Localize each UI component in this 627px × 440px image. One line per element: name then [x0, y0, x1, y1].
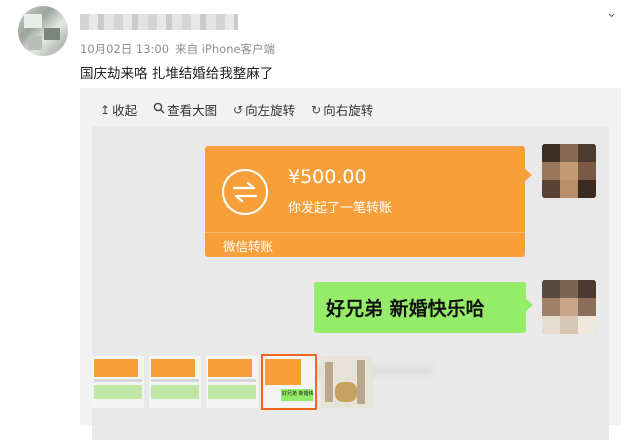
transfer-icon — [222, 169, 268, 215]
post-meta: 10月02日 13:00 来自 iPhone客户端 — [80, 41, 281, 57]
collapse-icon: ↥ — [100, 102, 111, 117]
rotate-right-label: 向右旋转 — [323, 103, 374, 118]
thumbnail-1[interactable] — [92, 356, 144, 408]
thumbnail-strip: 好兄弟 新婚快 — [92, 353, 612, 410]
transfer-footer-label: 微信转账 — [223, 239, 274, 254]
transfer-footer: 微信转账 — [205, 232, 525, 258]
collapse-label: 收起 — [112, 103, 138, 118]
thumbnail-3[interactable] — [206, 356, 258, 408]
view-large-button[interactable]: 查看大图 — [153, 100, 217, 119]
thumbnail-2[interactable] — [149, 356, 201, 408]
rotate-left-icon: ↺ — [233, 102, 244, 117]
post-source: 来自 iPhone客户端 — [175, 42, 276, 56]
post-text: 国庆劫来咯 扎堆结婚给我整麻了 — [80, 66, 274, 82]
rotate-right-icon: ↻ — [311, 102, 322, 117]
view-large-label: 查看大图 — [167, 103, 218, 118]
rotate-left-button[interactable]: ↺ 向左旋转 — [233, 100, 295, 119]
username-blurred[interactable] — [80, 14, 238, 30]
chevron-down-icon[interactable]: ⌄ — [606, 6, 617, 21]
transfer-amount: ¥500.00 — [288, 166, 367, 188]
message-bubble: 好兄弟 新婚快乐哈 — [314, 282, 533, 333]
transfer-bubble: ¥500.00 你发起了一笔转账 微信转账 — [205, 146, 532, 258]
post-date[interactable]: 10月02日 13:00 — [80, 42, 169, 56]
collapse-button[interactable]: ↥ 收起 — [100, 100, 137, 119]
user-avatar[interactable] — [18, 6, 68, 56]
rotate-left-label: 向左旋转 — [245, 103, 296, 118]
magnifier-icon — [153, 102, 165, 117]
media-toolbar: ↥ 收起 查看大图 ↺ 向左旋转 ↻ 向右旋转 — [100, 100, 373, 119]
thumbnail-message: 好兄弟 新婚快 — [282, 391, 314, 397]
chat-avatar — [542, 280, 596, 334]
thumbnail-5[interactable] — [321, 356, 373, 408]
transfer-description: 你发起了一笔转账 — [288, 201, 393, 216]
media-viewer: ↥ 收起 查看大图 ↺ 向左旋转 ↻ 向右旋转 ¥500.00 你发起了一笔转账… — [80, 88, 621, 440]
chat-avatar — [542, 144, 596, 198]
message-text: 好兄弟 新婚快乐哈 — [326, 298, 485, 320]
rotate-right-button[interactable]: ↻ 向右旋转 — [311, 100, 373, 119]
thumbnail-4-selected[interactable]: 好兄弟 新婚快 — [261, 354, 317, 410]
